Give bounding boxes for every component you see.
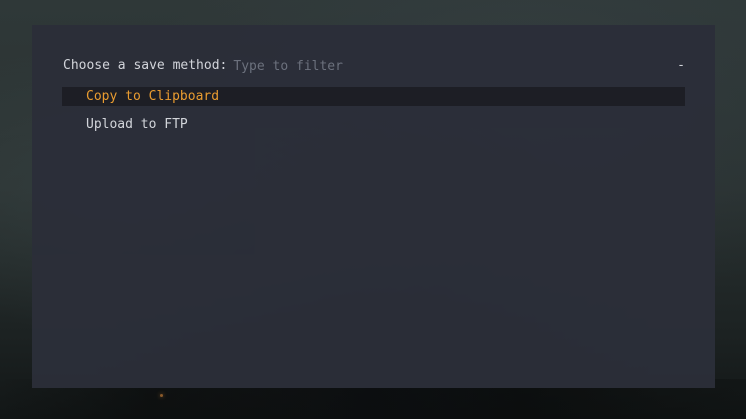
mode-indicator: -: [677, 58, 685, 73]
wallpaper-light-spot: [160, 394, 163, 397]
option-upload-to-ftp[interactable]: Upload to FTP: [62, 115, 685, 134]
filter-input[interactable]: [233, 57, 670, 75]
prompt-label: Choose a save method:: [63, 58, 228, 73]
save-method-prompt: Choose a save method: - Copy to Clipboar…: [32, 25, 715, 388]
prompt-header: Choose a save method: -: [63, 57, 685, 75]
option-list: Copy to Clipboard Upload to FTP: [62, 87, 685, 143]
option-copy-to-clipboard[interactable]: Copy to Clipboard: [62, 87, 685, 106]
